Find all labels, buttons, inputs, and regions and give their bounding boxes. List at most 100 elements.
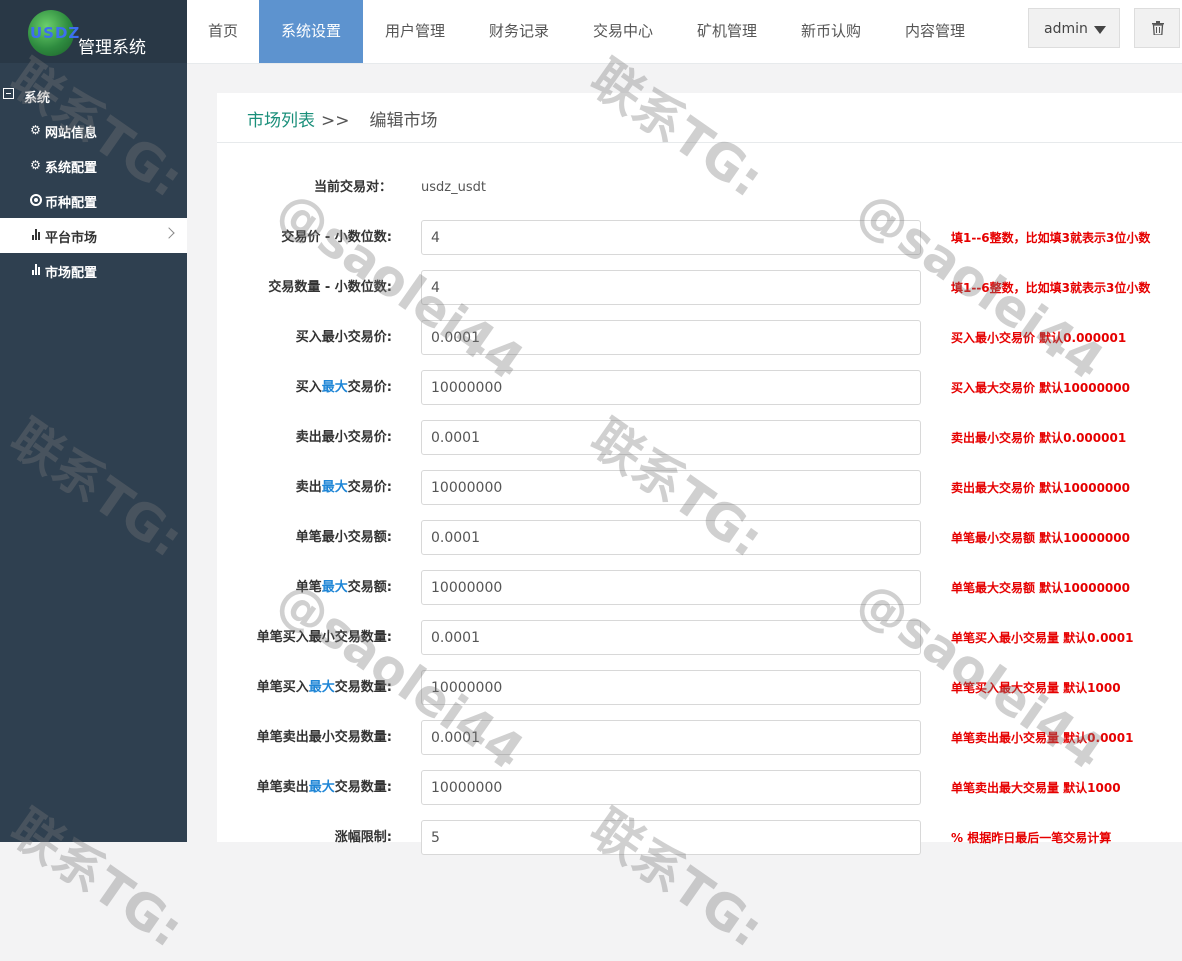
form-row: 交易数量 - 小数位数: 填1--6整数，比如填3就表示3位小数 [217, 270, 1182, 306]
field-input[interactable] [421, 770, 921, 805]
field-label-highlight: 最大 [321, 580, 348, 595]
field-input[interactable] [421, 320, 921, 355]
form-row: 单笔买入最小交易数量: 单笔买入最小交易量 默认0.0001 [217, 620, 1182, 656]
field-input[interactable] [421, 820, 921, 855]
form-row: 涨幅限制: % 根据昨日最后一笔交易计算 [217, 820, 1182, 856]
field-label-text: 单笔买入 [256, 680, 309, 695]
sidebar-item-1[interactable]: ⚙ 系统配置 [0, 148, 187, 183]
user-menu-button[interactable]: admin [1028, 8, 1120, 48]
field-input[interactable] [421, 420, 921, 455]
field-label: 卖出最小交易价: [296, 420, 392, 456]
target-icon [29, 193, 42, 206]
field-input[interactable] [421, 570, 921, 605]
field-label: 卖出最大交易价: [296, 470, 392, 506]
field-label: 单笔卖出最小交易数量: [257, 720, 392, 756]
field-label: 单笔买入最大交易数量: [257, 670, 392, 706]
tab-7[interactable]: 内容管理 [883, 0, 987, 63]
field-label-text: 单笔卖出 [256, 780, 309, 795]
sidebar-item-3[interactable]: 平台市场 [0, 218, 187, 253]
sidebar-item-4[interactable]: 市场配置 [0, 253, 187, 288]
tab-0[interactable]: 首页 [187, 0, 259, 63]
trash-icon [1152, 21, 1164, 35]
pair-label: 当前交易对： [313, 180, 392, 195]
field-label-text: 卖出 [295, 480, 322, 495]
sidebar-item-label: 平台市场 [45, 231, 98, 246]
field-input[interactable] [421, 720, 921, 755]
gear-icon: ⚙ [30, 122, 41, 137]
field-label: 单笔最小交易额: [296, 520, 392, 556]
field-label-highlight: 最大 [321, 380, 348, 395]
field-input[interactable] [421, 670, 921, 705]
form-row: 单笔最大交易额: 单笔最大交易额 默认10000000 [217, 570, 1182, 606]
form-row: 买入最小交易价: 买入最小交易价 默认0.000001 [217, 320, 1182, 356]
field-label-text: 涨幅限制: [334, 830, 392, 845]
clear-cache-button[interactable] [1134, 8, 1180, 48]
breadcrumb-separator: >> [321, 111, 350, 131]
form-row: 单笔卖出最小交易数量: 单笔卖出最小交易量 默认0.0001 [217, 720, 1182, 756]
field-label-text: 交易价 - 小数位数: [281, 230, 392, 245]
field-hint: 单笔买入最大交易量 默认1000 [951, 681, 1121, 695]
sidebar: USDZ 管理系统 系统 ⚙ 网站信息 ⚙ 系统配置币种配置平台市场市场配置 [0, 0, 187, 842]
bar-chart-icon [29, 228, 42, 241]
field-label-text: 单笔买入最小交易数量: [256, 630, 392, 645]
tab-2[interactable]: 用户管理 [363, 0, 467, 63]
form-row: 单笔卖出最大交易数量: 单笔卖出最大交易量 默认1000 [217, 770, 1182, 806]
field-label: 交易数量 - 小数位数: [268, 270, 392, 306]
form-row: 卖出最大交易价: 卖出最大交易价 默认10000000 [217, 470, 1182, 506]
form-row: 买入最大交易价: 买入最大交易价 默认10000000 [217, 370, 1182, 406]
field-label-highlight: 最大 [321, 480, 348, 495]
tab-4[interactable]: 交易中心 [571, 0, 675, 63]
sidebar-item-label: 网站信息 [45, 126, 98, 141]
field-label-text: 卖出最小交易价: [295, 430, 392, 445]
form-row: 卖出最小交易价: 卖出最小交易价 默认0.000001 [217, 420, 1182, 456]
field-input[interactable] [421, 470, 921, 505]
logo-bar: USDZ 管理系统 [0, 0, 187, 63]
field-label: 涨幅限制: [335, 820, 392, 856]
tab-3[interactable]: 财务记录 [467, 0, 571, 63]
field-label-text: 交易数量: [334, 680, 392, 695]
sidebar-item-2[interactable]: 币种配置 [0, 183, 187, 218]
sidebar-group-system[interactable]: 系统 [0, 79, 187, 113]
field-input[interactable] [421, 520, 921, 555]
chevron-right-icon [163, 227, 175, 239]
field-label-text: 单笔 [295, 580, 322, 595]
breadcrumb: 市场列表 >> 编辑市场 [247, 106, 438, 131]
field-hint: 卖出最大交易价 默认10000000 [951, 481, 1130, 495]
field-hint: 单笔最大交易额 默认10000000 [951, 581, 1130, 595]
logo-text: USDZ [30, 24, 81, 42]
field-input[interactable] [421, 270, 921, 305]
sidebar-item-0[interactable]: ⚙ 网站信息 [0, 113, 187, 148]
tab-6[interactable]: 新币认购 [779, 0, 883, 63]
sidebar-item-label: 币种配置 [45, 196, 98, 211]
tab-1[interactable]: 系统设置 [259, 0, 363, 63]
field-label-text: 交易价: [347, 380, 392, 395]
tab-5[interactable]: 矿机管理 [675, 0, 779, 63]
field-input[interactable] [421, 620, 921, 655]
field-label-text: 交易数量 - 小数位数: [268, 280, 392, 295]
breadcrumb-market-list-link[interactable]: 市场列表 [247, 111, 315, 131]
field-input[interactable] [421, 220, 921, 255]
caret-down-icon [1094, 26, 1106, 34]
field-label-highlight: 最大 [308, 780, 335, 795]
field-label-text: 交易数量: [334, 780, 392, 795]
pair-value: usdz_usdt [421, 180, 486, 195]
collapse-minus-icon[interactable] [3, 88, 14, 99]
sidebar-item-label: 市场配置 [45, 266, 98, 281]
field-hint: 卖出最小交易价 默认0.000001 [951, 431, 1127, 445]
field-hint: 单笔买入最小交易量 默认0.0001 [951, 631, 1134, 645]
field-hint: 买入最大交易价 默认10000000 [951, 381, 1130, 395]
breadcrumb-current: 编辑市场 [369, 111, 438, 131]
sidebar-group-label: 系统 [24, 91, 51, 106]
edit-market-panel: 市场列表 >> 编辑市场 当前交易对： usdz_usdt 交易价 - 小数位数: 填… [217, 93, 1182, 855]
field-hint: 填1--6整数，比如填3就表示3位小数 [951, 231, 1151, 245]
pair-row: 当前交易对： usdz_usdt [217, 170, 1182, 206]
field-input[interactable] [421, 370, 921, 405]
field-hint: 买入最小交易价 默认0.000001 [951, 331, 1127, 345]
field-hint: 单笔卖出最小交易量 默认0.0001 [951, 731, 1134, 745]
sidebar-item-label: 系统配置 [45, 161, 98, 176]
form-row: 交易价 - 小数位数: 填1--6整数，比如填3就表示3位小数 [217, 220, 1182, 256]
field-label: 买入最小交易价: [296, 320, 392, 356]
field-label-text: 交易价: [347, 480, 392, 495]
field-label: 单笔最大交易额: [296, 570, 392, 606]
gear-icon: ⚙ [30, 157, 41, 172]
